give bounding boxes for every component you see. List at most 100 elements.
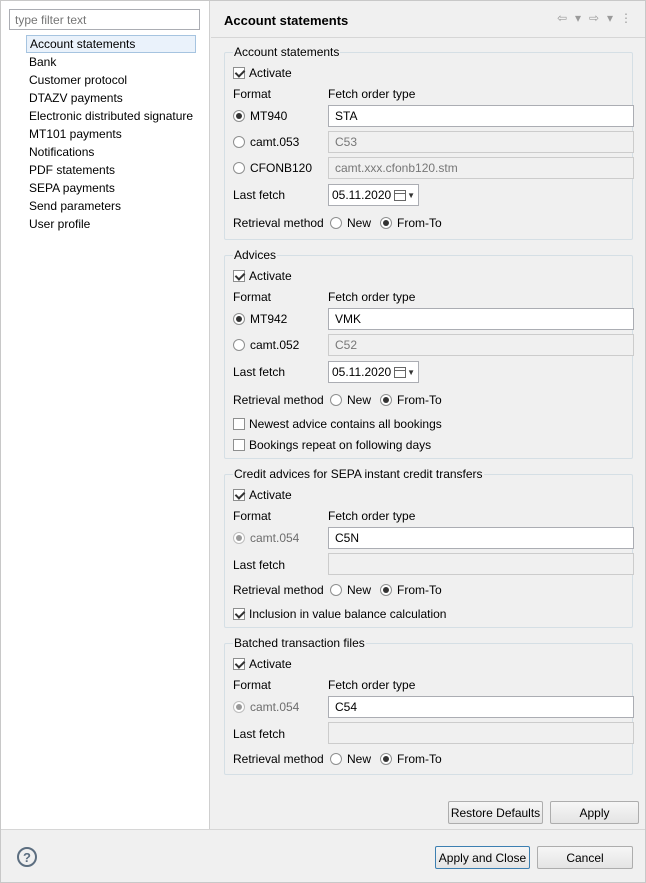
last-fetch-date-picker[interactable]: 05.11.2020 ▼ [328,361,419,383]
checkbox-box[interactable] [233,658,245,670]
inclusion-value-balance-checkbox[interactable]: Inclusion in value balance calculation [233,604,446,624]
newest-advice-checkbox[interactable]: Newest advice contains all bookings [233,414,442,434]
format-radio-camt052[interactable]: camt.052 [233,335,299,355]
back-dropdown-icon[interactable]: ▾ [571,11,585,25]
activate-checkbox[interactable]: Activate [233,266,292,286]
fetch-order-type-label: Fetch order type [328,509,416,523]
radio-dot[interactable] [380,217,393,229]
retrieval-radio-new[interactable]: New [330,216,371,230]
chevron-down-icon[interactable]: ▼ [407,191,415,200]
radio-dot[interactable] [380,584,393,596]
tree-item-send-parameters[interactable]: Send parameters [26,197,196,215]
group-title: Account statements [233,45,341,59]
retrieval-radio-from-to[interactable]: From-To [380,752,442,766]
checkbox-label: Activate [249,657,292,671]
filter-input[interactable] [9,9,200,30]
activate-checkbox[interactable]: Activate [233,654,292,674]
calendar-icon[interactable] [394,189,407,201]
radio-label: From-To [397,583,442,597]
retrieval-radio-from-to[interactable]: From-To [380,216,442,230]
preferences-sidebar: Account statements Bank Customer protoco… [1,1,210,829]
fetch-order-type-input-c53: C53 [328,131,634,153]
tree-item-account-statements[interactable]: Account statements [26,35,197,53]
format-radio-camt053[interactable]: camt.053 [233,132,299,152]
last-fetch-date-picker[interactable]: 05.11.2020 ▼ [328,184,419,206]
radio-label: CFONB120 [250,161,313,175]
tree-item-user-profile[interactable]: User profile [26,215,196,233]
radio-label: New [347,583,372,597]
radio-label: camt.053 [250,135,300,149]
back-arrow-icon[interactable]: ⇦ [555,11,569,25]
help-icon[interactable]: ? [17,847,37,867]
tree-item-electronic-distributed-signature[interactable]: Electronic distributed signature [26,107,196,125]
fetch-order-type-input-sta[interactable]: STA [328,105,634,127]
radio-dot[interactable] [330,394,342,406]
apply-and-close-button[interactable]: Apply and Close [435,846,530,869]
fetch-order-type-input-vmk[interactable]: VMK [328,308,634,330]
activate-checkbox[interactable]: Activate [233,63,292,83]
date-value: 05.11.2020 [332,188,392,202]
tree-item-sepa-payments[interactable]: SEPA payments [26,179,196,197]
restore-defaults-button[interactable]: Restore Defaults [448,801,543,824]
radio-dot[interactable] [233,162,245,174]
forward-dropdown-icon[interactable]: ▾ [603,11,617,25]
activate-checkbox[interactable]: Activate [233,485,292,505]
tree-item-dtazv-payments[interactable]: DTAZV payments [26,89,196,107]
radio-label: New [347,216,372,230]
cancel-button[interactable]: Cancel [537,846,633,869]
retrieval-radio-new[interactable]: New [330,393,371,407]
radio-dot[interactable] [233,313,245,325]
retrieval-radio-new[interactable]: New [330,583,371,597]
checkbox-box[interactable] [233,270,245,282]
radio-dot[interactable] [380,394,393,406]
format-radio-cfonb120[interactable]: CFONB120 [233,158,312,178]
checkbox-box[interactable] [233,608,245,620]
bookings-repeat-checkbox[interactable]: Bookings repeat on following days [233,435,431,455]
fetch-order-type-label: Fetch order type [328,290,416,304]
radio-dot[interactable] [330,753,342,765]
checkbox-box[interactable] [233,67,245,79]
radio-dot[interactable] [330,217,342,229]
navigation-toolbar: ⇦ ▾ ⇨ ▾ ⋮ [555,11,633,25]
tree-item-pdf-statements[interactable]: PDF statements [26,161,196,179]
radio-label: New [347,393,372,407]
format-radio-mt940[interactable]: MT940 [233,106,287,126]
tree-item-customer-protocol[interactable]: Customer protocol [26,71,196,89]
apply-button[interactable]: Apply [550,801,639,824]
calendar-icon[interactable] [394,366,407,378]
view-menu-icon[interactable]: ⋮ [619,11,633,25]
last-fetch-field [328,722,634,744]
group-title: Advices [233,248,278,262]
checkbox-label: Bookings repeat on following days [249,438,432,452]
retrieval-radio-new[interactable]: New [330,752,371,766]
fetch-order-type-input-c5n[interactable]: C5N [328,527,634,549]
checkbox-box[interactable] [233,418,245,430]
radio-label: From-To [397,752,442,766]
tree-item-bank[interactable]: Bank [26,53,196,71]
format-radio-mt942[interactable]: MT942 [233,309,287,329]
radio-dot[interactable] [330,584,342,596]
checkbox-box[interactable] [233,489,245,501]
radio-dot[interactable] [233,136,245,148]
last-fetch-label: Last fetch [233,558,286,572]
group-advices: Advices Activate Format Fetch order type… [224,248,634,459]
checkbox-label: Activate [249,66,292,80]
checkbox-box[interactable] [233,439,245,451]
retrieval-method-label: Retrieval method [233,752,324,766]
format-label: Format [233,87,272,101]
fetch-order-type-input-c54[interactable]: C54 [328,696,634,718]
last-fetch-field [328,553,634,575]
radio-dot[interactable] [233,339,245,351]
tree-item-notifications[interactable]: Notifications [26,143,196,161]
group-credit-advices: Credit advices for SEPA instant credit t… [224,467,634,628]
retrieval-method-row: Retrieval method New From-To [233,580,451,600]
retrieval-radio-from-to[interactable]: From-To [380,393,442,407]
format-radio-camt054: camt.054 [233,528,299,548]
radio-dot[interactable] [233,110,245,122]
retrieval-radio-from-to[interactable]: From-To [380,583,442,597]
radio-label: From-To [397,216,442,230]
radio-dot[interactable] [380,753,393,765]
chevron-down-icon[interactable]: ▼ [407,368,415,377]
forward-arrow-icon[interactable]: ⇨ [587,11,601,25]
tree-item-mt101-payments[interactable]: MT101 payments [26,125,196,143]
